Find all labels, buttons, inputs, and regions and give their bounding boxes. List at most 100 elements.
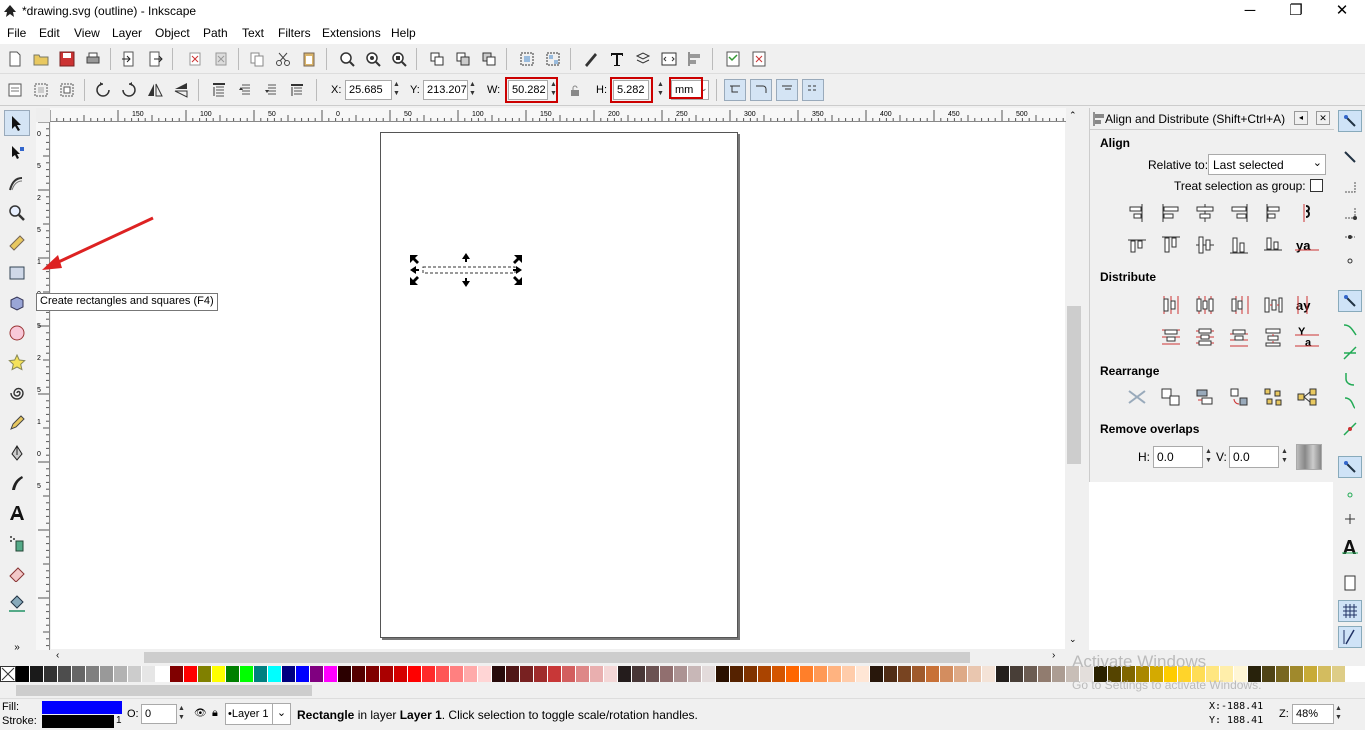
selected-rectangle[interactable] <box>422 266 516 274</box>
3dbox-tool-icon[interactable] <box>4 290 30 316</box>
color-swatch[interactable] <box>520 666 534 682</box>
exchange-z-order-icon[interactable] <box>1192 384 1218 410</box>
snap-bbox-center-icon[interactable] <box>1338 250 1362 272</box>
color-swatch[interactable] <box>912 666 926 682</box>
color-swatch[interactable] <box>1262 666 1276 682</box>
panel-close-icon[interactable]: ✕ <box>1316 111 1330 125</box>
color-swatch[interactable] <box>604 666 618 682</box>
snap-nodes-icon[interactable] <box>1338 290 1362 312</box>
color-swatch[interactable] <box>1290 666 1304 682</box>
remove-overlaps-button[interactable] <box>1296 444 1322 470</box>
exchange-positions-icon[interactable] <box>1158 384 1184 410</box>
chevron-down-icon[interactable]: ⌄ <box>272 703 291 725</box>
lock-proportions-icon[interactable] <box>566 80 584 102</box>
color-swatch[interactable] <box>674 666 688 682</box>
color-swatch[interactable] <box>842 666 856 682</box>
vertical-scroll-thumb[interactable] <box>1067 306 1081 464</box>
x-input[interactable]: 25.685 <box>345 80 392 100</box>
align-left-icon[interactable] <box>1158 200 1184 226</box>
distribute-baseline-x-icon[interactable]: ay <box>1294 292 1320 318</box>
color-swatch[interactable] <box>282 666 296 682</box>
color-swatch[interactable] <box>576 666 590 682</box>
color-swatch[interactable] <box>562 666 576 682</box>
color-swatch[interactable] <box>240 666 254 682</box>
color-swatch[interactable] <box>492 666 506 682</box>
menu-filters[interactable]: Filters <box>278 26 311 40</box>
color-swatch[interactable] <box>16 666 30 682</box>
color-swatch[interactable] <box>884 666 898 682</box>
paste-icon[interactable] <box>298 48 320 70</box>
scroll-right-icon[interactable]: › <box>1052 650 1055 661</box>
snap-bbox-midpoint-icon[interactable] <box>1338 226 1362 248</box>
document-properties-icon[interactable] <box>722 48 744 70</box>
horizontal-scrollbar[interactable]: ‹ › <box>50 650 1066 664</box>
raise-to-top-icon[interactable] <box>208 79 230 101</box>
snap-rotation-center-icon[interactable] <box>1338 508 1362 530</box>
text-font-icon[interactable] <box>606 48 628 70</box>
menu-object[interactable]: Object <box>155 26 190 40</box>
lower-to-bottom-icon[interactable] <box>286 79 308 101</box>
color-swatch[interactable] <box>142 666 156 682</box>
align-right-icon[interactable] <box>1226 200 1252 226</box>
color-swatch[interactable] <box>702 666 716 682</box>
fill-stroke-icon[interactable] <box>580 48 602 70</box>
calligraphy-tool-icon[interactable] <box>4 470 30 496</box>
pencil-tool-icon[interactable] <box>4 410 30 436</box>
preferences-icon[interactable] <box>748 48 770 70</box>
rotate-cw-icon[interactable] <box>118 79 140 101</box>
color-swatch[interactable] <box>1052 666 1066 682</box>
color-swatch[interactable] <box>478 666 492 682</box>
snap-page-border-icon[interactable] <box>1338 572 1362 594</box>
rect-tool-icon[interactable] <box>4 260 30 286</box>
undo-icon[interactable] <box>184 48 206 70</box>
distribute-left-icon[interactable] <box>1158 292 1184 318</box>
spiral-tool-icon[interactable] <box>4 380 30 406</box>
color-swatch[interactable] <box>758 666 772 682</box>
color-swatch[interactable] <box>982 666 996 682</box>
snap-bbox-icon[interactable] <box>1338 146 1362 168</box>
scroll-left-icon[interactable]: ‹ <box>56 650 59 661</box>
align-bottom-to-top-icon[interactable] <box>1124 232 1150 258</box>
clone-icon[interactable] <box>452 48 474 70</box>
zoom-page-icon[interactable] <box>388 48 410 70</box>
select-all-icon[interactable] <box>4 79 26 101</box>
color-swatch[interactable] <box>730 666 744 682</box>
color-swatch[interactable] <box>324 666 338 682</box>
y-stepper[interactable]: ▲ ▼ <box>468 80 477 100</box>
new-document-icon[interactable] <box>4 48 26 70</box>
tweak-tool-icon[interactable] <box>4 170 30 196</box>
stroke-indicator[interactable] <box>42 715 114 728</box>
exchange-clockwise-icon[interactable] <box>1226 384 1252 410</box>
color-swatch[interactable] <box>198 666 212 682</box>
align-top-icon[interactable] <box>1158 232 1184 258</box>
color-swatch[interactable] <box>1318 666 1332 682</box>
pen-tool-icon[interactable] <box>4 440 30 466</box>
y-input[interactable]: 213.207 <box>423 80 468 100</box>
color-swatch[interactable] <box>338 666 352 682</box>
snap-object-midpoints-icon[interactable] <box>1338 484 1362 506</box>
color-swatch[interactable] <box>786 666 800 682</box>
no-paint-swatch[interactable] <box>0 666 16 682</box>
color-swatch[interactable] <box>128 666 142 682</box>
snap-intersections-icon[interactable] <box>1338 342 1362 364</box>
color-swatch[interactable] <box>366 666 380 682</box>
menu-layer[interactable]: Layer <box>112 26 142 40</box>
color-swatch[interactable] <box>450 666 464 682</box>
deselect-icon[interactable] <box>56 79 78 101</box>
color-swatch[interactable] <box>688 666 702 682</box>
close-button[interactable]: ✕ <box>1319 0 1365 24</box>
overlap-v-input[interactable]: 0.0 <box>1229 446 1279 468</box>
text-tool-icon[interactable] <box>4 500 30 526</box>
overlap-v-stepper[interactable]: ▲ ▼ <box>1280 447 1289 467</box>
copy-icon[interactable] <box>246 48 268 70</box>
eraser-tool-icon[interactable] <box>4 560 30 586</box>
measure-tool-icon[interactable] <box>4 230 30 256</box>
scroll-up-icon[interactable]: ⌃ <box>1069 110 1077 121</box>
lower-icon[interactable] <box>260 79 282 101</box>
selector-tool-icon[interactable] <box>4 110 30 136</box>
align-left-to-right-icon[interactable] <box>1260 200 1286 226</box>
color-swatch[interactable] <box>996 666 1010 682</box>
drawing-canvas[interactable] <box>51 122 1065 649</box>
save-icon[interactable] <box>56 48 78 70</box>
maximize-button[interactable]: ❐ <box>1273 0 1319 24</box>
